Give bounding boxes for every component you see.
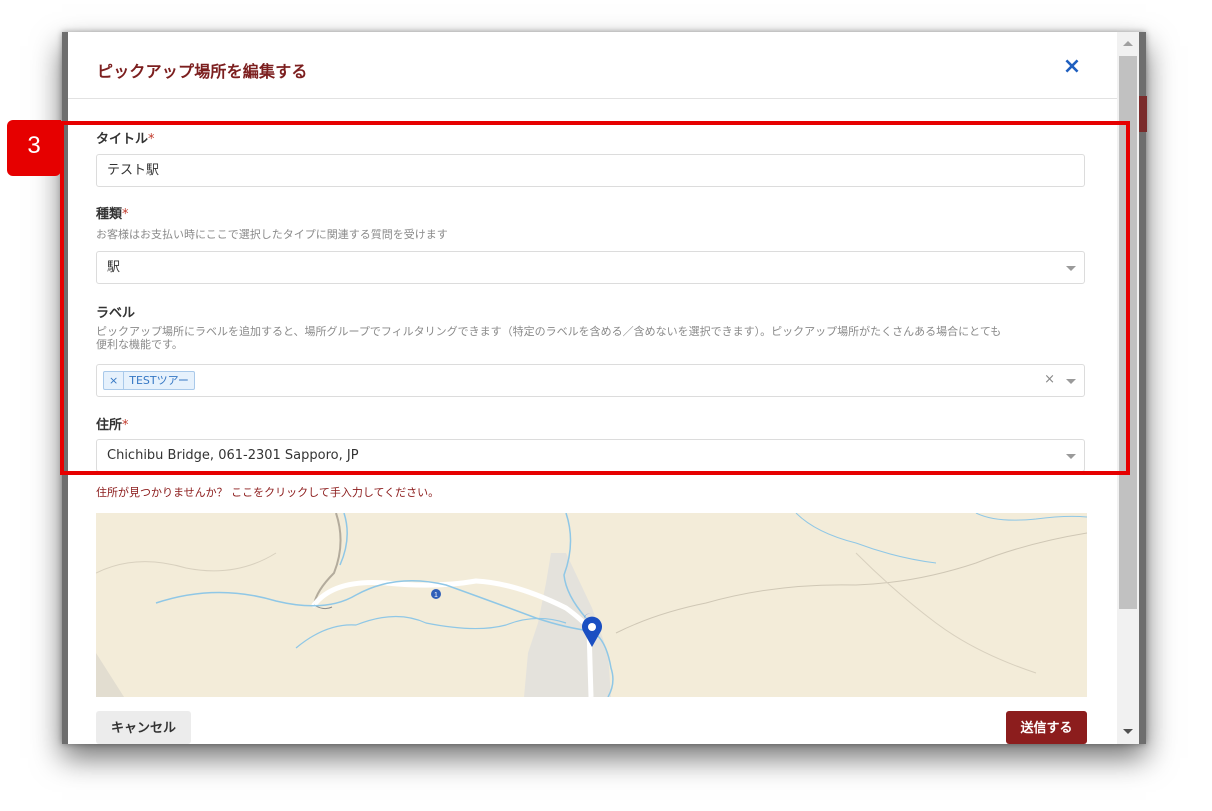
label-help-text-line2: 便利な機能です。 [96, 338, 183, 351]
title-input[interactable]: テスト駅 [96, 154, 1085, 187]
chevron-down-icon[interactable] [1066, 266, 1076, 271]
title-input-value: テスト駅 [107, 163, 160, 178]
chevron-down-icon[interactable] [1066, 454, 1076, 459]
required-mark: * [122, 207, 129, 222]
label-help-text-line1: ピックアップ場所にラベルを追加すると、場所グループでフィルタリングできます（特定… [96, 325, 1002, 338]
tag-remove-icon[interactable]: × [104, 372, 125, 389]
background-page-strip [1139, 96, 1147, 132]
road-marker-icon: 1 [431, 589, 441, 599]
address-field-label: 住所* [96, 414, 129, 433]
address-select[interactable]: Chichibu Bridge, 061-2301 Sapporo, JP [96, 439, 1085, 472]
scroll-up-icon[interactable] [1123, 41, 1133, 46]
title-label-text: タイトル [96, 132, 149, 147]
required-mark: * [148, 132, 155, 147]
map-canvas: 1 [96, 513, 1087, 697]
label-multiselect[interactable]: × TESTツアー × [96, 364, 1085, 397]
cancel-button[interactable]: キャンセル [96, 711, 191, 744]
road-marker-label: 1 [434, 592, 438, 599]
label-tag: × TESTツアー [103, 371, 195, 390]
address-select-value: Chichibu Bridge, 061-2301 Sapporo, JP [107, 448, 359, 463]
scroll-thumb[interactable] [1119, 56, 1137, 609]
step-badge: 3 [7, 120, 61, 176]
scroll-down-icon[interactable] [1123, 729, 1133, 734]
required-mark: * [122, 418, 129, 433]
address-label-text: 住所 [96, 418, 123, 433]
type-help-text: お客様はお支払い時にここで選択したタイプに関連する質問を受けます [96, 228, 448, 241]
tag-label: TESTツアー [129, 373, 189, 387]
edit-pickup-location-modal: ピックアップ場所を編集する × タイトル* テスト駅 種類* お客様はお支払い時… [68, 32, 1117, 744]
submit-button[interactable]: 送信する [1006, 711, 1087, 744]
type-field-label: 種類* [96, 203, 129, 222]
modal-header: ピックアップ場所を編集する × [68, 32, 1117, 99]
location-map[interactable]: 1 [96, 513, 1087, 697]
chevron-down-icon[interactable] [1066, 379, 1076, 384]
title-field-label: タイトル* [96, 128, 155, 147]
type-label-text: 種類 [96, 207, 123, 222]
type-select-value: 駅 [107, 260, 121, 275]
modal-scrollbar[interactable] [1117, 32, 1139, 744]
manual-address-link[interactable]: 住所が見つかりませんか？ ここをクリックして手入力してください。 [96, 484, 439, 500]
modal-title: ピックアップ場所を編集する [97, 62, 308, 81]
clear-selection-icon[interactable]: × [1044, 373, 1055, 387]
label-field-label: ラベル [96, 302, 135, 321]
close-icon[interactable]: × [1061, 56, 1083, 78]
type-select[interactable]: 駅 [96, 251, 1085, 284]
label-label-text: ラベル [96, 306, 136, 321]
